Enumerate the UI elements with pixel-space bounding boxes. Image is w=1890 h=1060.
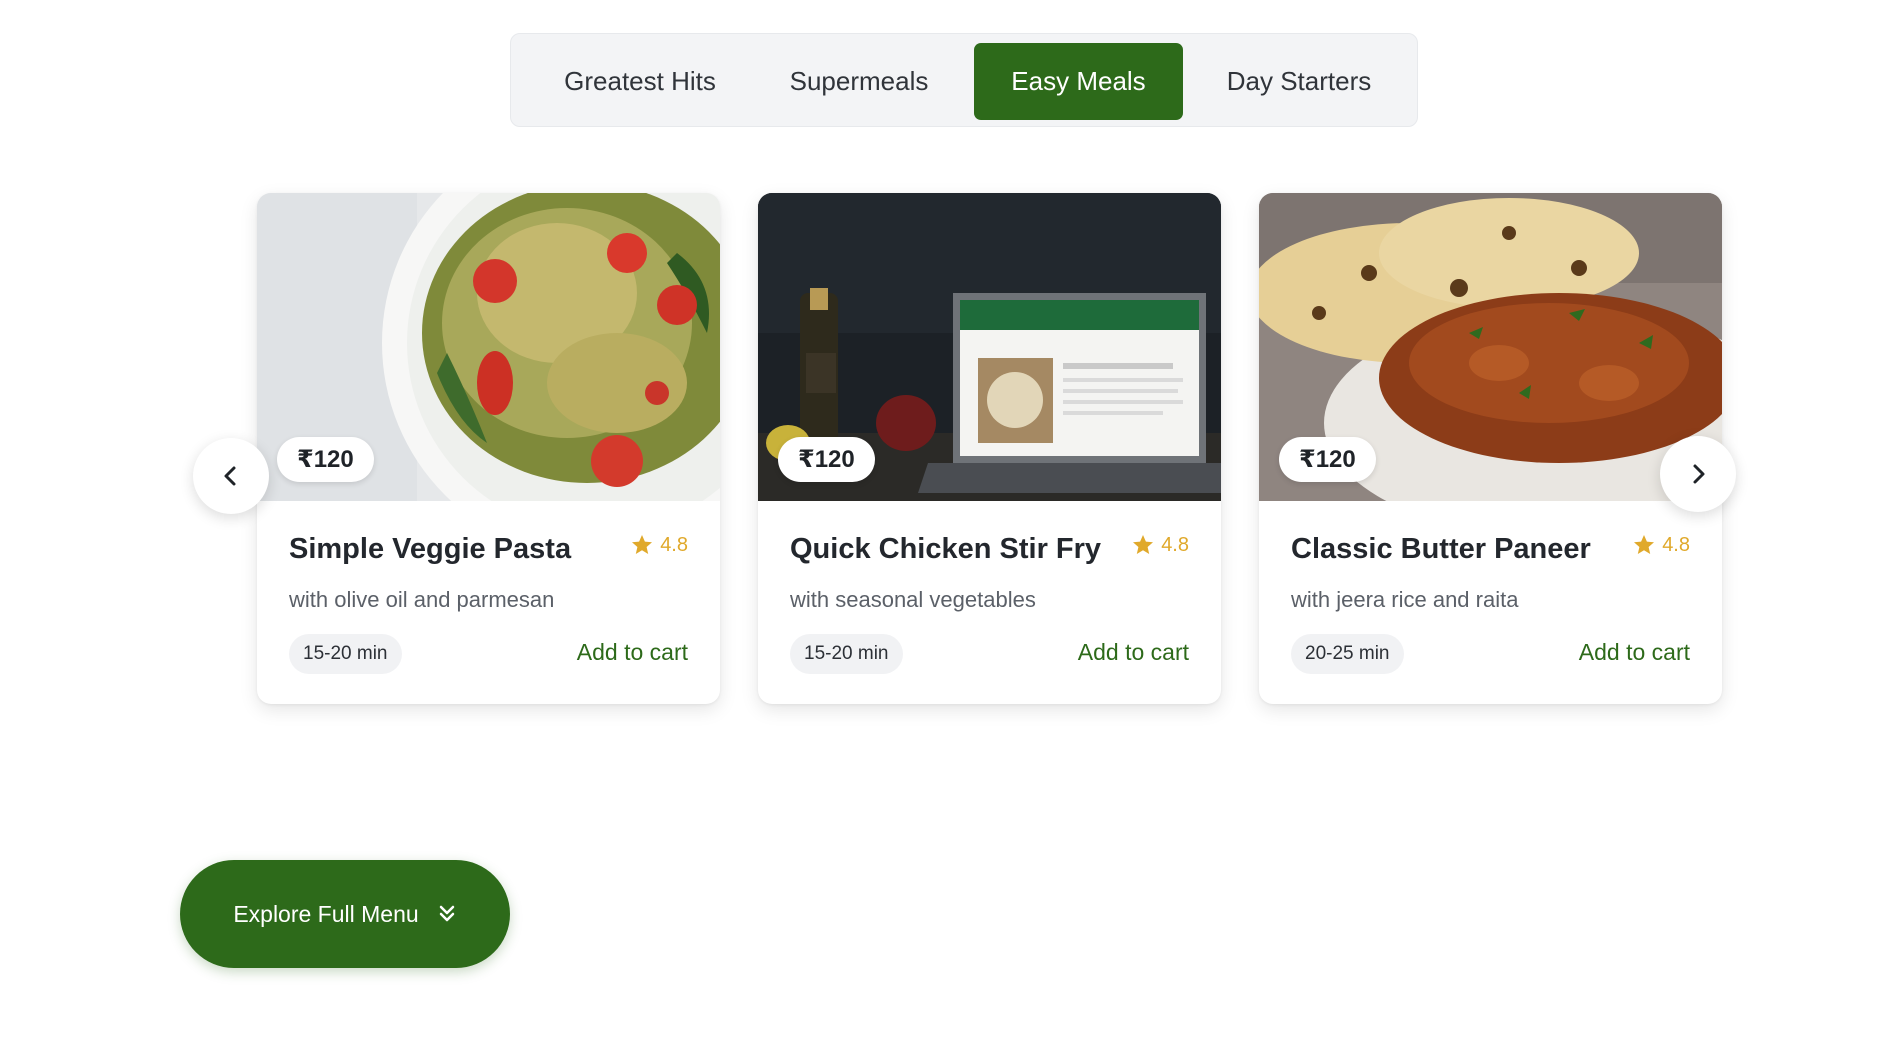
price-badge: ₹120: [277, 437, 374, 482]
meal-card[interactable]: ₹120 Classic Butter Paneer 4.8 with jeer…: [1259, 193, 1722, 704]
star-icon: [1634, 535, 1655, 554]
tab-label: Greatest Hits: [564, 66, 716, 96]
rating-value: 4.8: [1161, 533, 1189, 556]
meal-subtitle: with olive oil and parmesan: [289, 587, 555, 612]
chevron-right-icon: [1693, 464, 1705, 484]
rating: 4.8: [1131, 533, 1189, 557]
add-to-cart-button[interactable]: Add to cart: [577, 639, 688, 666]
time-badge: 20-25 min: [1291, 634, 1404, 674]
carousel-prev-button[interactable]: [193, 438, 269, 514]
add-to-cart-button[interactable]: Add to cart: [1078, 639, 1189, 666]
explore-full-menu-button[interactable]: Explore Full Menu: [180, 860, 510, 968]
tab-day-starters[interactable]: Day Starters: [1199, 43, 1399, 120]
tab-supermeals[interactable]: Supermeals: [759, 43, 959, 120]
meal-subtitle: with jeera rice and raita: [1291, 587, 1519, 612]
tab-label: Supermeals: [789, 66, 929, 96]
star-icon: [632, 535, 653, 554]
rating: 4.8: [1632, 533, 1690, 557]
explore-label: Explore Full Menu: [233, 900, 419, 927]
chevron-left-icon: [224, 466, 236, 486]
rating-value: 4.8: [660, 533, 688, 556]
star-icon: [1133, 535, 1154, 554]
double-chevron-down-icon: [439, 905, 454, 922]
category-tabs: Greatest Hits Supermeals Easy Meals Day …: [510, 33, 1418, 127]
rating-value: 4.8: [1662, 533, 1690, 556]
meal-title: Simple Veggie Pasta: [289, 533, 572, 565]
tab-greatest-hits[interactable]: Greatest Hits: [544, 43, 736, 120]
meal-subtitle: with seasonal vegetables: [790, 587, 1036, 612]
price-badge: ₹120: [1279, 437, 1376, 482]
meal-title: Classic Butter Paneer: [1291, 533, 1591, 565]
meal-card[interactable]: ₹120 Quick Chicken Stir Fry 4.8 with sea…: [758, 193, 1221, 704]
price-badge: ₹120: [778, 437, 875, 482]
time-badge: 15-20 min: [790, 634, 903, 674]
meal-card[interactable]: ₹120 Simple Veggie Pasta 4.8 with olive …: [257, 193, 720, 704]
add-to-cart-button[interactable]: Add to cart: [1579, 639, 1690, 666]
tab-label: Day Starters: [1226, 66, 1372, 96]
rating: 4.8: [630, 533, 688, 557]
tab-label: Easy Meals: [1011, 66, 1146, 96]
tab-easy-meals[interactable]: Easy Meals: [974, 43, 1183, 120]
carousel-next-button[interactable]: [1660, 436, 1736, 512]
time-badge: 15-20 min: [289, 634, 402, 674]
meal-title: Quick Chicken Stir Fry: [790, 533, 1102, 565]
